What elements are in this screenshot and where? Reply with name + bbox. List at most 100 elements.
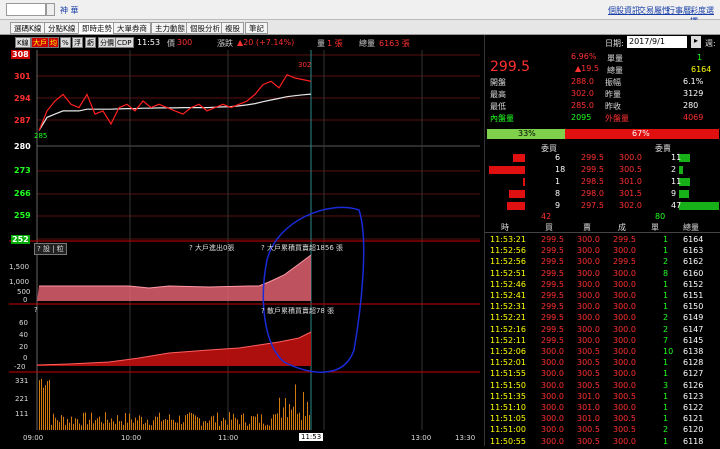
price-label: 價 [167, 39, 175, 48]
tick-row[interactable]: 11:53:21 299.5 300.0 299.5 1 6164 [485, 235, 720, 247]
loss-button[interactable]: 虧 [85, 37, 96, 48]
tick-cell: 300.0 [541, 425, 564, 435]
tick-cell: 299.5 [541, 268, 564, 278]
tick-row[interactable]: 11:51:05 300.0 301.0 300.5 1 6121 [485, 414, 720, 426]
tick-row[interactable]: 11:52:56 299.5 300.0 299.5 2 6162 [485, 257, 720, 269]
volume-bar [247, 425, 248, 430]
volume-value: 1 張 [327, 39, 343, 48]
price-grid [37, 54, 480, 240]
panel3-question-icon[interactable]: ? [34, 306, 38, 314]
tick-cell: 1 [663, 235, 669, 244]
tick-row[interactable]: 11:51:35 300.0 301.0 300.5 1 6123 [485, 392, 720, 404]
tick-row[interactable]: 11:51:55 300.0 300.5 300.0 1 6127 [485, 369, 720, 381]
tab-realtime[interactable]: 即時走勢 [78, 22, 116, 34]
float-button[interactable]: 浮 [72, 37, 83, 48]
stat-cell: 內盤量 [490, 114, 514, 123]
volume-bar [167, 419, 168, 430]
tick-row[interactable]: 11:51:10 300.0 301.0 300.0 1 6122 [485, 403, 720, 415]
tab-notes[interactable]: 筆記 [245, 22, 268, 34]
panel2-settings-icon[interactable]: ? 設 | 粒 [34, 243, 67, 255]
tick-cell: 300.0 [613, 436, 636, 446]
stat-cell: 288.0 [571, 77, 594, 86]
volume-bar [143, 424, 144, 430]
volume-bar [177, 422, 178, 430]
stat-cell: 昨收 [605, 102, 621, 111]
tab-main-force[interactable]: 主力動態 [151, 22, 189, 34]
tick-cell: 6151 [683, 291, 704, 300]
tick-row[interactable]: 11:52:21 299.5 300.0 300.0 2 6149 [485, 313, 720, 325]
tab-stock-analysis[interactable]: 個股分析 [186, 22, 224, 34]
volume-bar [253, 416, 254, 430]
intraday-chart[interactable]: 308 301 294 287 280 273 266 259 252 302 … [9, 50, 480, 446]
tick-header-deal: 成 [618, 223, 626, 232]
tab-multi[interactable]: 複股 [221, 22, 244, 34]
price-tick-308: 308 [11, 50, 30, 59]
cdp-button[interactable]: CDP [115, 37, 134, 48]
tick-cell: 300.5 [577, 380, 600, 390]
price-dist-button[interactable]: 分價 [98, 37, 116, 48]
tick-cell: 299.5 [541, 335, 564, 345]
link-stock-info[interactable]: 個股資訊 [608, 5, 640, 16]
tick-cell: 300.0 [613, 324, 636, 334]
date-picker[interactable]: 2017/9/1 [627, 36, 687, 48]
tab-kline[interactable]: 選碼K線 [10, 22, 46, 34]
tick-row[interactable]: 11:51:50 300.0 300.5 300.0 3 6126 [485, 381, 720, 393]
tick-cell: 300.0 [577, 235, 600, 244]
panel2-tick-1500: 1,500 [9, 263, 30, 271]
stat-cell: 振幅 [605, 78, 621, 87]
volume-bar [127, 422, 128, 430]
search-icon[interactable] [46, 3, 55, 16]
stock-code-input[interactable] [6, 3, 46, 16]
kline-button[interactable]: K線 [15, 37, 31, 48]
tick-row[interactable]: 11:50:55 300.0 300.5 300.0 1 6118 [485, 437, 720, 449]
tick-cell: 300.0 [613, 369, 636, 379]
tick-cell: 300.0 [613, 403, 636, 412]
tick-row[interactable]: 11:51:00 300.0 300.5 300.5 2 6120 [485, 425, 720, 437]
panel2-tick-1000: 1,000 [9, 278, 30, 286]
volume-tick-111: 111 [15, 410, 29, 418]
volume-bar [309, 415, 310, 430]
tick-header-vol: 單 [651, 223, 659, 232]
tick-cell: 300.0 [577, 279, 600, 289]
tick-cell: 300.0 [613, 313, 636, 323]
volume-bar [295, 384, 296, 430]
link-trade-attr[interactable]: 交易屬性 [638, 5, 670, 16]
order-book-cell: 6 [555, 153, 561, 162]
tick-cell: 300.0 [541, 403, 564, 412]
link-calendar[interactable]: 行事曆 [667, 5, 691, 16]
chart-svg [9, 50, 480, 430]
big-player-button[interactable]: 大戶 [31, 37, 49, 48]
tab-big-broker[interactable]: 大單券商 [113, 22, 151, 34]
order-book-cell: 298.5 [581, 177, 604, 186]
tick-row[interactable]: 11:52:46 299.5 300.0 300.0 1 6152 [485, 280, 720, 292]
tick-cell: 11:52:06 [490, 347, 526, 356]
tick-row[interactable]: 11:52:31 299.5 300.0 300.0 1 6150 [485, 302, 720, 314]
price-tick-280: 280 [14, 142, 31, 151]
date-next-icon[interactable]: ▸ [691, 36, 701, 48]
volume-bar [285, 398, 286, 430]
volume-bar [237, 419, 238, 430]
tick-row[interactable]: 11:52:11 299.5 300.0 300.0 7 6145 [485, 336, 720, 348]
tab-branch-kline[interactable]: 分點K線 [44, 22, 80, 34]
volume-bar [303, 391, 304, 430]
stat-cell: 昨量 [605, 90, 621, 99]
tick-row[interactable]: 11:52:56 299.5 300.0 300.0 1 6163 [485, 246, 720, 258]
volume-bar [163, 419, 164, 430]
tick-cell: 11:52:01 [490, 358, 526, 368]
avg-button[interactable]: 均 [48, 37, 59, 48]
tick-row[interactable]: 11:52:06 300.0 300.5 300.0 10 6138 [485, 347, 720, 359]
cursor-time-label: 11:53 [299, 433, 324, 441]
tick-row[interactable]: 11:52:41 299.5 300.0 300.0 1 6151 [485, 291, 720, 303]
tick-row[interactable]: 11:52:51 299.5 300.0 300.0 8 6160 [485, 269, 720, 281]
order-book-cell: 2 [671, 165, 677, 174]
volume-bar [117, 415, 118, 430]
volume-bar [131, 419, 132, 430]
tick-cell: 11:52:21 [490, 313, 526, 323]
tick-cell: 8 [663, 268, 669, 278]
tick-row[interactable]: 11:52:16 299.5 300.0 300.0 2 6147 [485, 325, 720, 337]
tick-row[interactable]: 11:52:01 300.0 300.5 300.0 1 6128 [485, 358, 720, 370]
panel3-tick-60: 60 [19, 319, 28, 327]
volume-bar [105, 412, 106, 430]
volume-bar [297, 413, 298, 430]
percent-button[interactable]: % [60, 37, 71, 48]
